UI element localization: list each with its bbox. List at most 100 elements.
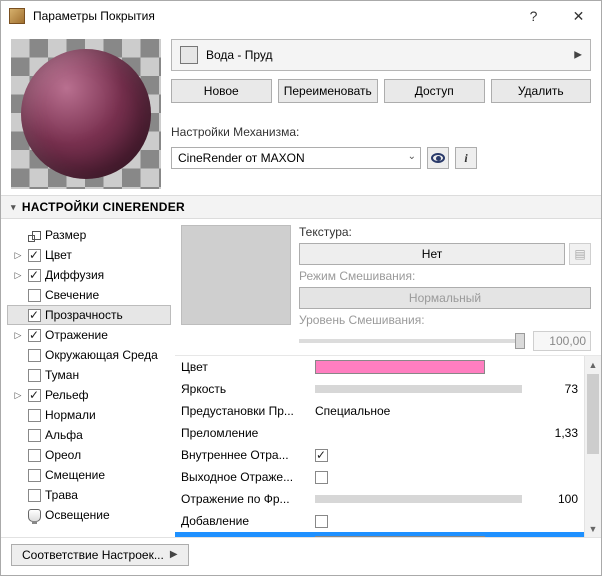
texture-thumbnail[interactable]	[181, 225, 291, 325]
tree-checkbox[interactable]	[28, 269, 41, 282]
property-value[interactable]	[315, 360, 485, 374]
titlebar: Параметры Покрытия ? ✕	[1, 1, 601, 31]
tree-item[interactable]: ▷Нормали	[7, 405, 171, 425]
engine-label: Настройки Механизма:	[171, 125, 591, 139]
rename-button[interactable]: Переименовать	[278, 79, 379, 103]
tree-expander-icon[interactable]: ▷	[12, 330, 24, 341]
tree-checkbox[interactable]	[28, 449, 41, 462]
engine-select[interactable]: CineRender от MAXON ⌄	[171, 147, 421, 169]
tree-item[interactable]: ▷Туман	[7, 365, 171, 385]
tree-item[interactable]: ▷Смещение	[7, 465, 171, 485]
property-name: Яркость	[181, 382, 311, 396]
info-button[interactable]: i	[455, 147, 477, 169]
tree-item[interactable]: ▷ Рельеф	[7, 385, 171, 405]
tree-checkbox[interactable]	[28, 249, 41, 262]
property-checkbox[interactable]	[315, 471, 328, 484]
preview-eye-button[interactable]	[427, 147, 449, 169]
property-row[interactable]: Цвет Поглощения	[175, 532, 601, 537]
tree-item-label: Освещение	[45, 508, 110, 522]
texture-picker-button[interactable]: Нет	[299, 243, 565, 265]
tree-item[interactable]: ▷Диффузия	[7, 265, 171, 285]
tree-item[interactable]: ▷Освещение	[7, 505, 171, 525]
tree-item[interactable]: ▷Отражение	[7, 325, 171, 345]
engine-selected: CineRender от MAXON	[178, 151, 305, 165]
scroll-up-icon[interactable]: ▲	[585, 356, 601, 373]
material-button-row: Новое Переименовать Доступ Удалить	[171, 79, 591, 103]
blend-level-label: Уровень Смешивания:	[299, 313, 591, 327]
property-row[interactable]: Внутреннее Отра...	[175, 444, 601, 466]
value-text: Специальное	[315, 404, 390, 418]
property-value[interactable]: 73	[315, 382, 578, 396]
tree-checkbox[interactable]	[28, 309, 41, 322]
slider-thumb	[515, 333, 525, 349]
property-row[interactable]: Цвет	[175, 356, 601, 378]
property-value[interactable]: Специальное	[315, 404, 578, 418]
close-button[interactable]: ✕	[556, 1, 601, 31]
property-row[interactable]: Яркость 73	[175, 378, 601, 400]
value-bar[interactable]	[315, 385, 522, 393]
value-bar[interactable]	[315, 495, 522, 503]
tree-item[interactable]: ▷Прозрачность	[7, 305, 171, 325]
tree-item-label: Рельеф	[45, 388, 89, 402]
new-button[interactable]: Новое	[171, 79, 272, 103]
property-value[interactable]	[315, 471, 578, 484]
tree-expander-icon[interactable]: ▷	[12, 250, 24, 261]
eye-icon	[431, 153, 445, 163]
tree-checkbox[interactable]	[28, 389, 41, 402]
help-button[interactable]: ?	[511, 1, 556, 31]
property-value[interactable]	[315, 536, 485, 537]
tree-item[interactable]: ▷Ореол	[7, 445, 171, 465]
tree-item[interactable]: ▷Размер	[7, 225, 171, 245]
tree-expander-icon[interactable]: ▷	[12, 270, 24, 281]
tree-checkbox[interactable]	[28, 289, 41, 302]
property-name: Выходное Отраже...	[181, 470, 311, 484]
blend-level-slider	[299, 339, 525, 343]
tree-checkbox[interactable]	[28, 349, 41, 362]
delete-button[interactable]: Удалить	[491, 79, 592, 103]
property-row[interactable]: Предустановки Пр...Специальное	[175, 400, 601, 422]
property-row[interactable]: Выходное Отраже...	[175, 466, 601, 488]
tree-expander-icon[interactable]: ▷	[12, 390, 24, 401]
scrollbar[interactable]: ▲ ▼	[584, 356, 601, 537]
property-checkbox[interactable]	[315, 515, 328, 528]
chevron-right-icon: ▶	[170, 549, 178, 560]
property-value[interactable]	[315, 449, 578, 462]
property-row[interactable]: Добавление	[175, 510, 601, 532]
footer: Соответствие Настроек... ▶	[1, 537, 601, 571]
tree-item[interactable]: ▷Цвет	[7, 245, 171, 265]
channel-tree: ▷Размер▷Цвет▷Диффузия▷Свечение▷Прозрачно…	[1, 219, 175, 537]
texture-panel: Текстура: Нет ▤ Режим Смешивания: Нормал…	[175, 219, 601, 355]
tree-checkbox[interactable]	[28, 369, 41, 382]
lightbulb-icon	[28, 509, 41, 522]
property-value[interactable]: 100	[315, 492, 578, 506]
color-swatch[interactable]	[315, 536, 485, 537]
tree-item-label: Свечение	[45, 288, 99, 302]
access-button[interactable]: Доступ	[384, 79, 485, 103]
property-value[interactable]: 1,33	[315, 426, 578, 440]
caret-down-icon: ▾	[11, 202, 16, 213]
blend-mode-button: Нормальный	[299, 287, 591, 309]
tree-checkbox[interactable]	[28, 409, 41, 422]
match-settings-button[interactable]: Соответствие Настроек... ▶	[11, 544, 189, 566]
property-value[interactable]	[315, 515, 578, 528]
cinerender-section-header[interactable]: ▾ НАСТРОЙКИ CINERENDER	[1, 195, 601, 219]
tree-checkbox[interactable]	[28, 329, 41, 342]
scroll-thumb[interactable]	[587, 374, 599, 454]
scroll-down-icon[interactable]: ▼	[585, 520, 601, 537]
chevron-right-icon: ▶	[574, 50, 582, 61]
tree-item[interactable]: ▷Свечение	[7, 285, 171, 305]
property-row[interactable]: Отражение по Фр...100	[175, 488, 601, 510]
color-swatch[interactable]	[315, 360, 485, 374]
tree-item-label: Размер	[45, 228, 86, 242]
material-selector[interactable]: Вода - Пруд ▶	[171, 39, 591, 71]
tree-checkbox[interactable]	[28, 429, 41, 442]
tree-item[interactable]: ▷Альфа	[7, 425, 171, 445]
texture-options-button[interactable]: ▤	[569, 243, 591, 265]
tree-item[interactable]: ▷Окружающая Среда	[7, 345, 171, 365]
tree-checkbox[interactable]	[28, 469, 41, 482]
tree-checkbox[interactable]	[28, 489, 41, 502]
blend-level-value: 100,00	[533, 331, 591, 351]
property-row[interactable]: Преломление1,33	[175, 422, 601, 444]
tree-item[interactable]: ▷Трава	[7, 485, 171, 505]
property-checkbox[interactable]	[315, 449, 328, 462]
